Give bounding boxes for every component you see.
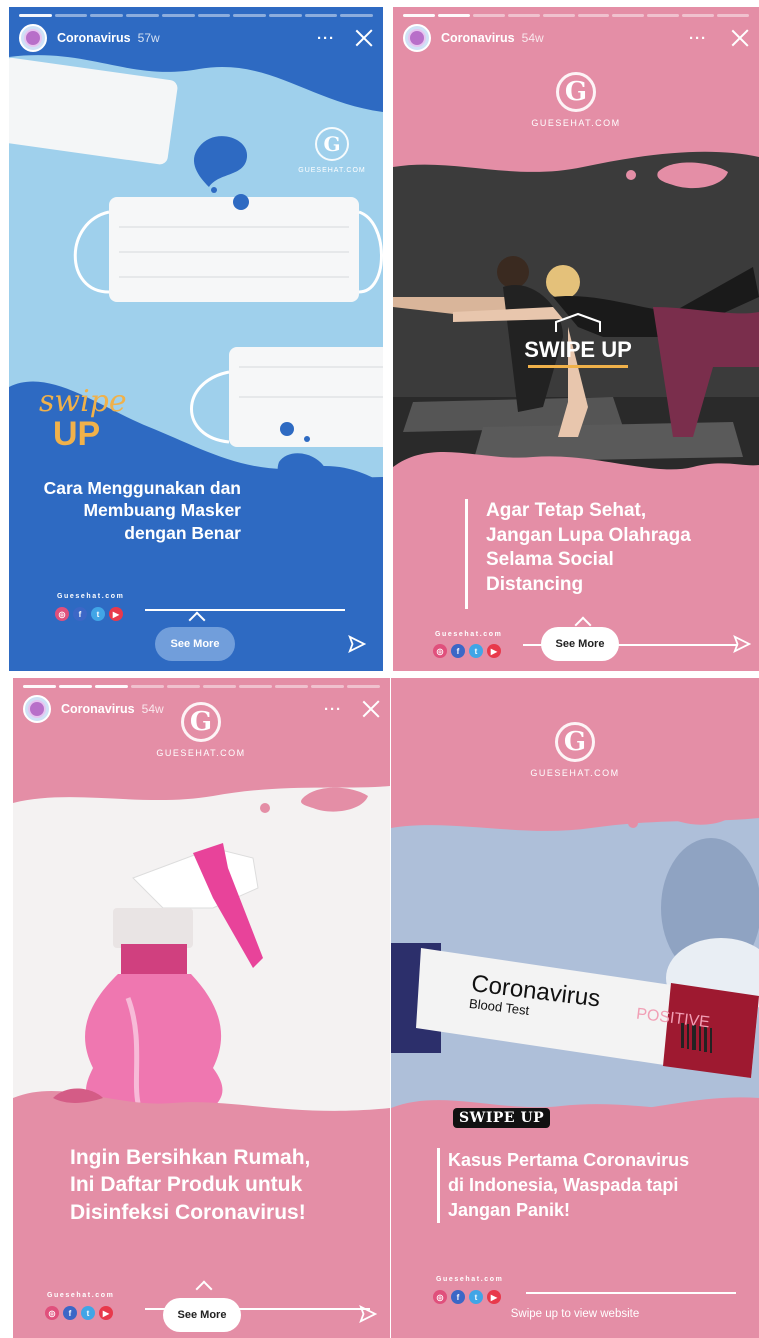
house-arrow-icon: [555, 312, 601, 332]
twitter-icon: t: [91, 607, 105, 621]
post-age: 54w: [521, 31, 544, 45]
site-name: Guesehat.com: [435, 631, 503, 638]
see-more-button[interactable]: See More: [155, 627, 235, 661]
send-icon[interactable]: [733, 635, 751, 653]
accent-bar: [437, 1148, 440, 1223]
spray-bottle-photo: [13, 786, 390, 1338]
facebook-icon: f: [73, 607, 87, 621]
account-name[interactable]: Coronavirus: [57, 31, 131, 45]
virus-icon: [30, 702, 44, 716]
instagram-icon: ◎: [55, 607, 69, 621]
avatar[interactable]: [19, 24, 47, 52]
story-headline[interactable]: Agar Tetap Sehat, Jangan Lupa Olahraga S…: [486, 499, 691, 598]
story-disinfeksi[interactable]: Coronavirus 54w ··· G GUESEHAT.COM Ingin…: [13, 678, 390, 1338]
facebook-icon: f: [451, 1290, 465, 1304]
facebook-icon: f: [63, 1306, 77, 1320]
accent-bar: [465, 499, 468, 609]
close-icon[interactable]: [360, 698, 382, 720]
instagram-icon: ◎: [45, 1306, 59, 1320]
avatar[interactable]: [403, 24, 431, 52]
instagram-icon: ◎: [433, 1290, 447, 1304]
avatar[interactable]: [23, 695, 51, 723]
story-kasus-pertama[interactable]: Coronavirus Blood Test POSITIVE G GUESEH…: [391, 678, 759, 1338]
more-options-icon[interactable]: ···: [324, 701, 342, 718]
site-name: Guesehat.com: [47, 1292, 115, 1299]
virus-icon: [26, 31, 40, 45]
youtube-icon: ▶: [109, 607, 123, 621]
swipe-up-label[interactable]: swipe UP: [39, 387, 127, 452]
social-icons: ◎ f t ▶: [45, 1306, 113, 1320]
story-headline[interactable]: Cara Menggunakan dan Membuang Masker den…: [9, 477, 241, 544]
swipe-up-hint[interactable]: Swipe up to view website: [391, 1308, 759, 1320]
story-progress: [23, 685, 380, 688]
swipe-up-label[interactable]: SWIPE UP: [513, 312, 643, 368]
brand-logo: G GUESEHAT.COM: [294, 127, 370, 174]
story-headline[interactable]: Ingin Bersihkan Rumah, Ini Daftar Produk…: [70, 1144, 310, 1226]
brand-logo: G GUESEHAT.COM: [526, 72, 626, 128]
twitter-icon: t: [469, 1290, 483, 1304]
brand-logo: G GUESEHAT.COM: [151, 702, 251, 758]
story-header: Coronavirus 54w ···: [403, 23, 751, 53]
story-olahraga[interactable]: Coronavirus 54w ··· G GUESEHAT.COM SWIPE…: [393, 7, 759, 671]
social-icons: ◎ f t ▶: [433, 1290, 501, 1304]
more-options-icon[interactable]: ···: [689, 30, 707, 47]
youtube-icon: ▶: [487, 1290, 501, 1304]
see-more-button[interactable]: See More: [541, 627, 619, 661]
story-progress: [403, 14, 750, 17]
social-icons: ◎ f t ▶: [55, 607, 123, 621]
twitter-icon: t: [469, 644, 483, 658]
story-progress: [19, 14, 374, 17]
story-masker[interactable]: Coronavirus 57w ··· G GUESEHAT.COM swipe…: [9, 7, 383, 671]
mask-photo: [9, 55, 383, 671]
swipe-up-label[interactable]: SWIPE UP: [453, 1108, 551, 1128]
site-name: Guesehat.com: [436, 1276, 504, 1283]
story-header: Coronavirus 57w ···: [19, 23, 375, 53]
send-icon[interactable]: [348, 635, 366, 653]
social-icons: ◎ f t ▶: [433, 644, 501, 658]
send-icon[interactable]: [359, 1305, 377, 1323]
brand-logo: G GUESEHAT.COM: [525, 722, 625, 778]
more-options-icon[interactable]: ···: [317, 30, 335, 47]
close-icon[interactable]: [729, 27, 751, 49]
divider-line: [145, 609, 345, 611]
see-more-button[interactable]: See More: [163, 1298, 241, 1332]
youtube-icon: ▶: [99, 1306, 113, 1320]
close-icon[interactable]: [353, 27, 375, 49]
facebook-icon: f: [451, 644, 465, 658]
site-name: Guesehat.com: [57, 593, 125, 600]
post-age: 57w: [137, 31, 160, 45]
virus-icon: [410, 31, 424, 45]
twitter-icon: t: [81, 1306, 95, 1320]
account-name[interactable]: Coronavirus: [61, 702, 135, 716]
instagram-icon: ◎: [433, 644, 447, 658]
account-name[interactable]: Coronavirus: [441, 31, 515, 45]
story-headline[interactable]: Kasus Pertama Coronavirus di Indonesia, …: [448, 1148, 689, 1222]
divider-line: [526, 1292, 736, 1294]
youtube-icon: ▶: [487, 644, 501, 658]
